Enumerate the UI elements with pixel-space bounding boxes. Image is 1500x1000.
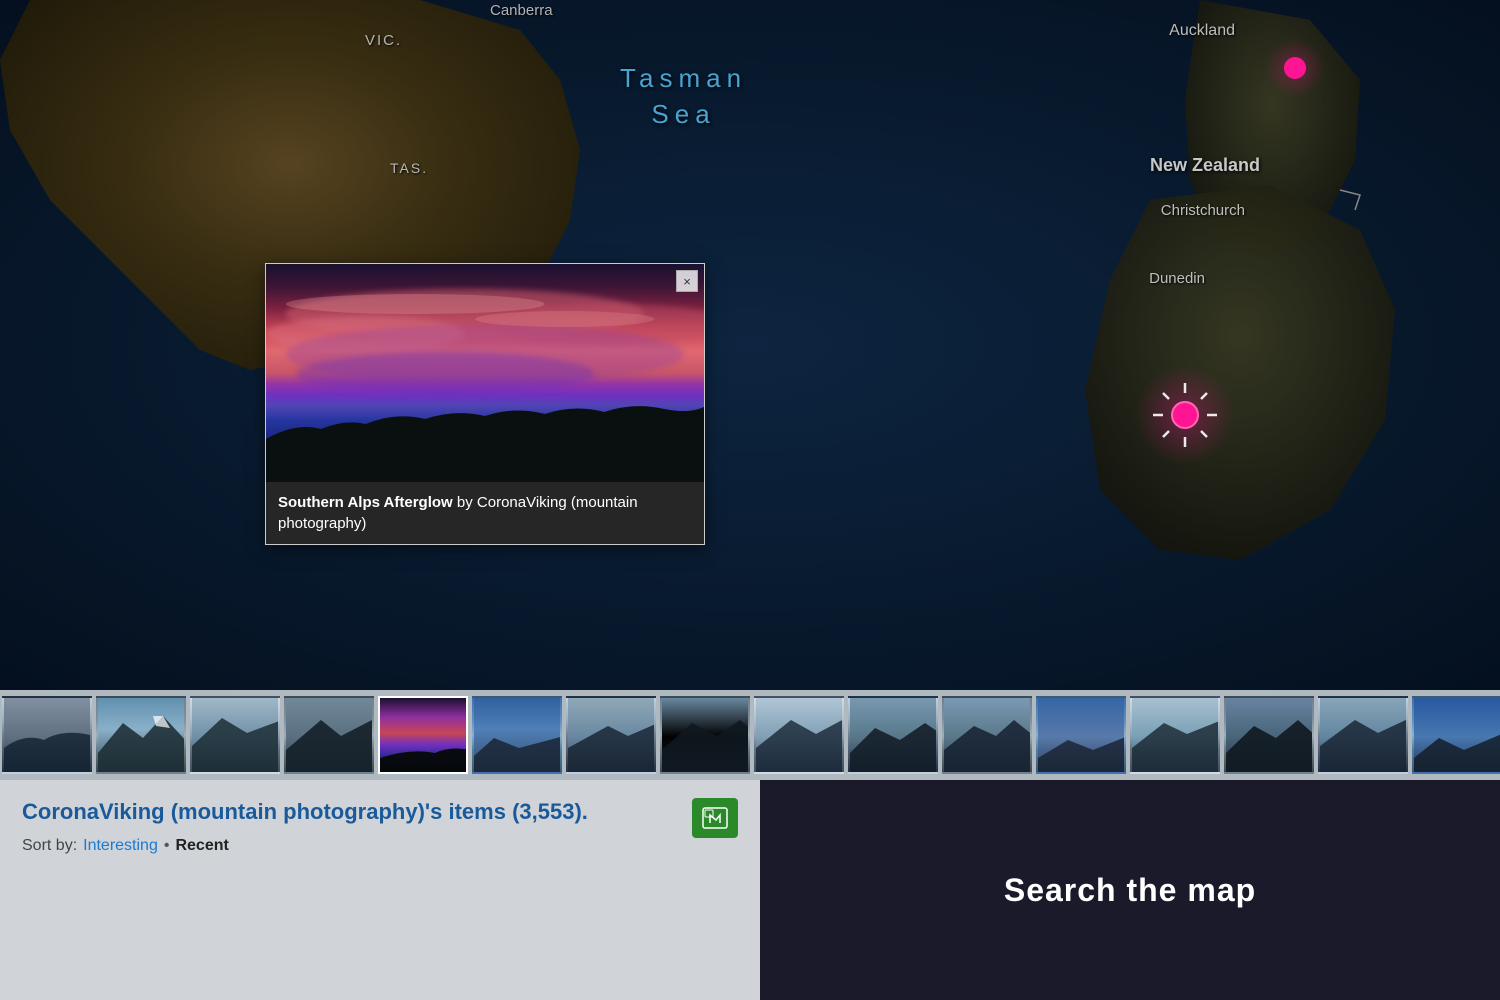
filmstrip-thumb-1[interactable] <box>2 696 92 774</box>
filmstrip-thumb-3[interactable] <box>190 696 280 774</box>
collection-title[interactable]: CoronaViking (mountain photography)'s it… <box>22 798 738 827</box>
filmstrip-thumb-5-active[interactable] <box>378 696 468 774</box>
right-panel[interactable]: Search the map <box>760 780 1500 1000</box>
filmstrip-thumb-8[interactable] <box>660 696 750 774</box>
dot-separator: • <box>164 837 170 855</box>
filmstrip-thumb-7[interactable] <box>566 696 656 774</box>
popup-caption: Southern Alps Afterglow by CoronaViking … <box>266 482 704 544</box>
filmstrip-thumb-2[interactable] <box>96 696 186 774</box>
sort-label: Sort by: <box>22 837 77 855</box>
left-panel: CoronaViking (mountain photography)'s it… <box>0 780 760 1000</box>
filmstrip-thumb-14[interactable] <box>1224 696 1314 774</box>
map-container[interactable]: Canberra VIC. TAS. Tasman Sea Auckland N… <box>0 0 1500 690</box>
sort-row: Sort by: Interesting • Recent <box>22 837 738 855</box>
filmstrip-thumb-6[interactable] <box>472 696 562 774</box>
filmstrip-thumb-16[interactable] <box>1412 696 1500 774</box>
filmstrip-thumb-11[interactable] <box>942 696 1032 774</box>
map-icon <box>702 805 728 831</box>
photo-popup: × <box>265 263 705 545</box>
filmstrip-thumb-12[interactable] <box>1036 696 1126 774</box>
map-land-svg <box>0 0 1500 690</box>
popup-photo[interactable] <box>266 264 704 482</box>
sort-recent-label: Recent <box>175 837 228 855</box>
filmstrip-thumb-4[interactable] <box>284 696 374 774</box>
filmstrip <box>0 690 1500 780</box>
map-label-tasman-sea: Tasman Sea <box>620 60 747 133</box>
sort-interesting-link[interactable]: Interesting <box>83 837 158 855</box>
filmstrip-thumb-10[interactable] <box>848 696 938 774</box>
flickr-map-icon-button[interactable] <box>692 798 738 838</box>
filmstrip-thumb-9[interactable] <box>754 696 844 774</box>
filmstrip-thumb-13[interactable] <box>1130 696 1220 774</box>
popup-photo-title: Southern Alps Afterglow <box>278 494 453 511</box>
bottom-panel: CoronaViking (mountain photography)'s it… <box>0 780 1500 1000</box>
popup-close-button[interactable]: × <box>676 270 698 292</box>
search-the-map-button[interactable]: Search the map <box>1004 872 1256 909</box>
filmstrip-thumb-15[interactable] <box>1318 696 1408 774</box>
left-panel-inner: CoronaViking (mountain photography)'s it… <box>22 798 738 855</box>
